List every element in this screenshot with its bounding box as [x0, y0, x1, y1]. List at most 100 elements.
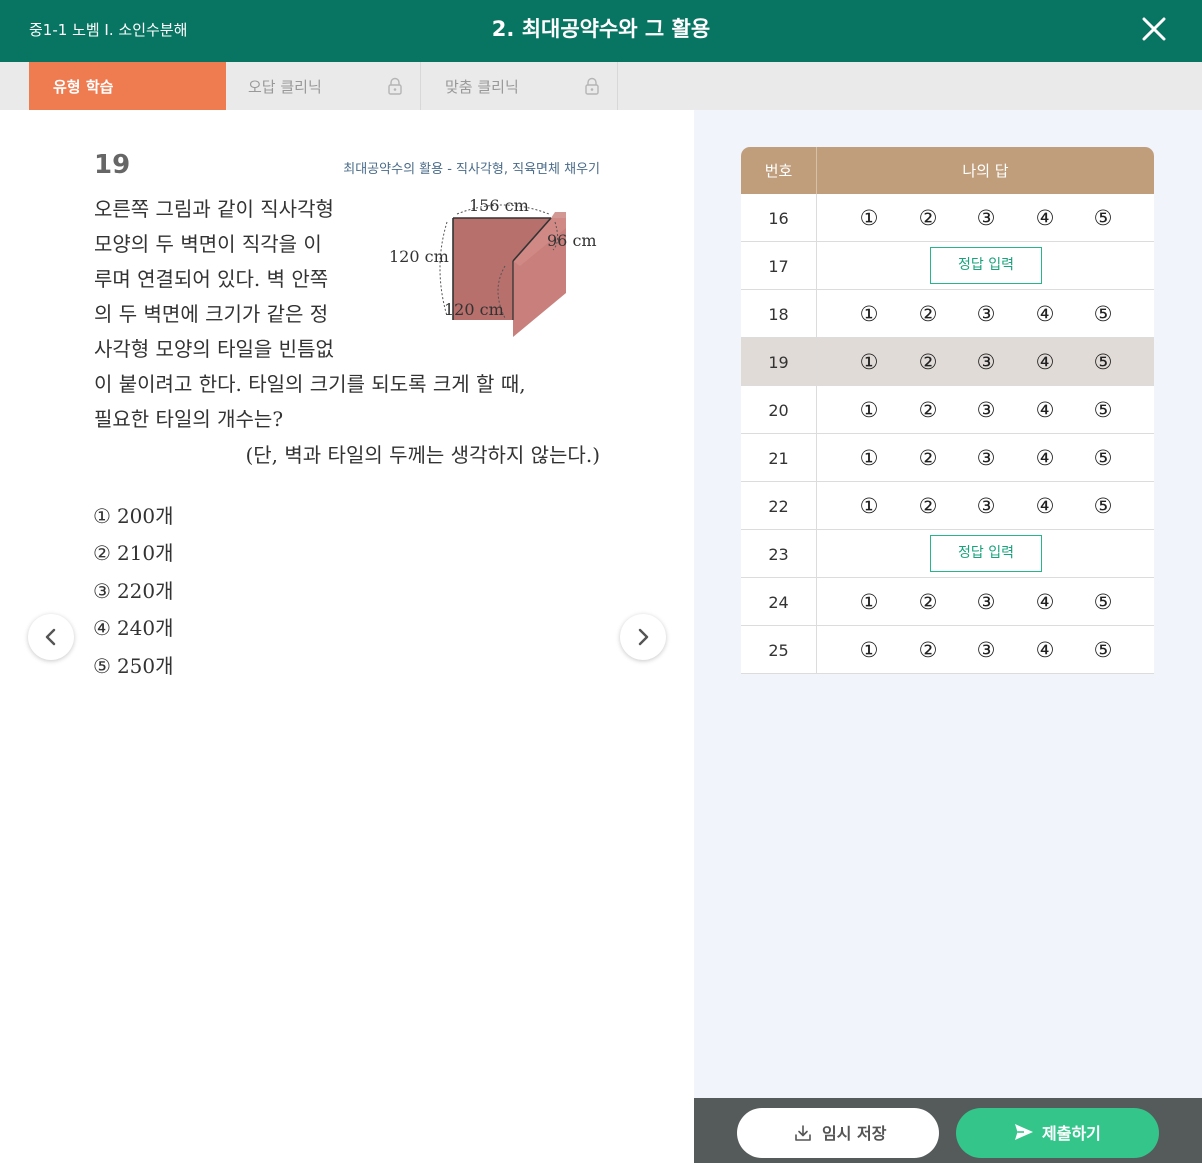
answer-row-21: 21 ① ② ③ ④ ⑤ [741, 434, 1154, 482]
answer-option-3[interactable]: ③ [973, 637, 999, 663]
answer-row-22: 22 ① ② ③ ④ ⑤ [741, 482, 1154, 530]
answer-row-number: 20 [741, 386, 817, 433]
tab-label: 맞춤 클리닉 [445, 78, 519, 96]
question-line: 모양의 두 벽면이 직각을 이 [94, 232, 322, 256]
question-line: 필요한 타일의 개수는? [94, 407, 284, 431]
tab-wrong-clinic[interactable]: 오답 클리닉 [224, 62, 421, 110]
choice-3[interactable]: ③ 220개 [93, 575, 174, 604]
answer-option-1[interactable]: ① [856, 589, 882, 615]
answer-row-number: 22 [741, 482, 817, 529]
answer-row-number: 25 [741, 626, 817, 673]
answer-sheet: 번호 나의 답 16 ① ② ③ ④ ⑤ 17 정답 입력 18 ① ② ③ ④ ⑤ 19 ① ② ③ ④ ⑤ 20 ① ②… [741, 147, 1154, 674]
answer-option-1[interactable]: ① [856, 637, 882, 663]
question-line: 사각형 모양의 타일을 빈틈없 [94, 337, 334, 361]
choice-4[interactable]: ④ 240개 [93, 612, 174, 641]
next-question-button[interactable] [620, 614, 666, 660]
choice-text: 250개 [116, 654, 174, 678]
answer-row-number: 16 [741, 194, 817, 241]
submit-button[interactable]: 제출하기 [956, 1108, 1159, 1158]
answer-option-5[interactable]: ⑤ [1090, 637, 1116, 663]
answer-option-4[interactable]: ④ [1032, 205, 1058, 231]
save-draft-label: 임시 저장 [822, 1124, 887, 1143]
answer-option-4[interactable]: ④ [1032, 493, 1058, 519]
answer-option-5[interactable]: ⑤ [1090, 397, 1116, 423]
chevron-left-icon [45, 628, 56, 646]
answer-option-2[interactable]: ② [915, 445, 941, 471]
answer-row-23: 23 정답 입력 [741, 530, 1154, 578]
answer-row-17: 17 정답 입력 [741, 242, 1154, 290]
chevron-right-icon [638, 628, 649, 646]
send-icon [1015, 1124, 1033, 1140]
answer-option-3[interactable]: ③ [973, 205, 999, 231]
answer-option-2[interactable]: ② [915, 397, 941, 423]
answer-option-4[interactable]: ④ [1032, 397, 1058, 423]
answer-option-5[interactable]: ⑤ [1090, 589, 1116, 615]
figure-label-bottom: 120 cm [444, 300, 504, 319]
wall-figure: 156 cm 96 cm 120 cm 120 cm [389, 196, 597, 337]
answer-option-3[interactable]: ③ [973, 397, 999, 423]
answer-option-1[interactable]: ① [856, 205, 882, 231]
tab-label: 오답 클리닉 [248, 78, 322, 96]
header-number: 번호 [741, 147, 817, 194]
choice-mark: ③ [93, 579, 111, 603]
answer-option-2[interactable]: ② [915, 637, 941, 663]
answer-option-2[interactable]: ② [915, 493, 941, 519]
answer-option-1[interactable]: ① [856, 349, 882, 375]
question-line: 이 붙이려고 한다. 타일의 크기를 되도록 크게 할 때, [94, 372, 526, 396]
choice-1[interactable]: ① 200개 [93, 500, 174, 529]
tab-type-study[interactable]: 유형 학습 [29, 62, 226, 110]
tab-bar: 유형 학습 오답 클리닉 맞춤 클리닉 [0, 62, 1202, 110]
answer-option-2[interactable]: ② [915, 589, 941, 615]
answer-input-button[interactable]: 정답 입력 [930, 247, 1042, 284]
answer-option-3[interactable]: ③ [973, 493, 999, 519]
choice-5[interactable]: ⑤ 250개 [93, 650, 174, 679]
answer-option-5[interactable]: ⑤ [1090, 493, 1116, 519]
page-title: 2. 최대공약수와 그 활용 [491, 17, 711, 41]
answer-option-5[interactable]: ⑤ [1090, 445, 1116, 471]
answer-row-number: 23 [741, 530, 817, 577]
answer-row-number: 21 [741, 434, 817, 481]
figure-label-left: 120 cm [389, 247, 449, 266]
answer-option-3[interactable]: ③ [973, 301, 999, 327]
answer-option-2[interactable]: ② [915, 301, 941, 327]
question-line: 의 두 벽면에 크기가 같은 정 [94, 302, 329, 326]
answer-option-4[interactable]: ④ [1032, 349, 1058, 375]
lock-icon [585, 77, 599, 95]
answer-option-4[interactable]: ④ [1032, 637, 1058, 663]
choice-2[interactable]: ② 210개 [93, 537, 174, 566]
answer-row-25: 25 ① ② ③ ④ ⑤ [741, 626, 1154, 674]
answer-option-2[interactable]: ② [915, 349, 941, 375]
answer-option-5[interactable]: ⑤ [1090, 349, 1116, 375]
choice-mark: ② [93, 541, 111, 565]
choice-text: 200개 [116, 504, 174, 528]
answer-option-4[interactable]: ④ [1032, 445, 1058, 471]
choice-mark: ⑤ [93, 654, 111, 678]
answer-option-4[interactable]: ④ [1032, 301, 1058, 327]
answer-option-5[interactable]: ⑤ [1090, 301, 1116, 327]
answer-option-5[interactable]: ⑤ [1090, 205, 1116, 231]
answer-option-4[interactable]: ④ [1032, 589, 1058, 615]
answer-option-3[interactable]: ③ [973, 445, 999, 471]
answer-input-button[interactable]: 정답 입력 [930, 535, 1042, 572]
answer-row-20: 20 ① ② ③ ④ ⑤ [741, 386, 1154, 434]
question-number: 19 [94, 150, 131, 180]
save-draft-button[interactable]: 임시 저장 [737, 1108, 939, 1158]
close-button[interactable] [1138, 13, 1170, 45]
answer-row-16: 16 ① ② ③ ④ ⑤ [741, 194, 1154, 242]
answer-option-1[interactable]: ① [856, 493, 882, 519]
answer-option-3[interactable]: ③ [973, 589, 999, 615]
answer-option-1[interactable]: ① [856, 301, 882, 327]
answer-sheet-header: 번호 나의 답 [741, 147, 1154, 194]
question-note: (단, 벽과 타일의 두께는 생각하지 않는다.) [245, 443, 600, 467]
answer-option-1[interactable]: ① [856, 397, 882, 423]
answer-option-2[interactable]: ② [915, 205, 941, 231]
tab-custom-clinic[interactable]: 맞춤 클리닉 [421, 62, 618, 110]
answer-option-1[interactable]: ① [856, 445, 882, 471]
answer-row-number: 17 [741, 242, 817, 289]
answer-row-24: 24 ① ② ③ ④ ⑤ [741, 578, 1154, 626]
choice-text: 210개 [116, 541, 174, 565]
answer-row-19: 19 ① ② ③ ④ ⑤ [741, 338, 1154, 386]
prev-question-button[interactable] [28, 614, 74, 660]
figure-label-right: 96 cm [547, 231, 597, 250]
answer-option-3[interactable]: ③ [973, 349, 999, 375]
